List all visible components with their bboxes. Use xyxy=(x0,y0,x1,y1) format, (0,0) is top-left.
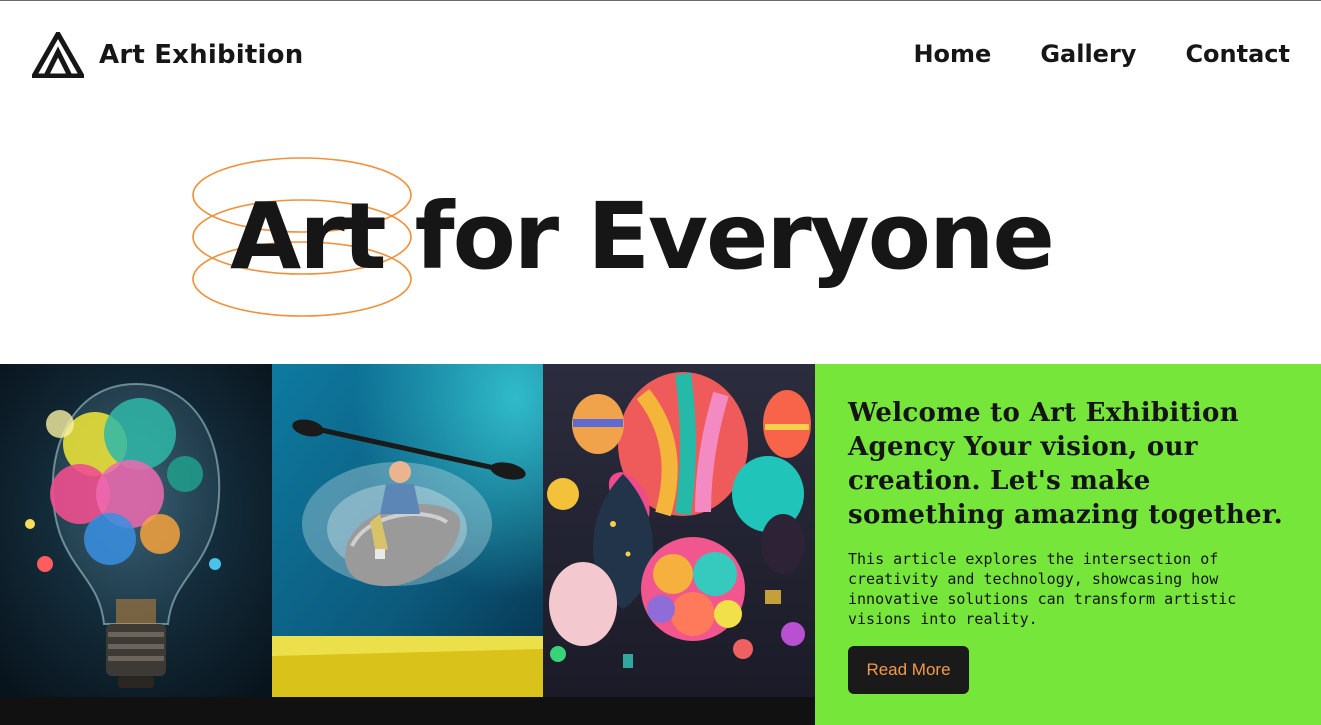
main-nav: Home Gallery Contact xyxy=(913,40,1290,68)
triangle-logo-icon xyxy=(32,32,84,78)
nav-home-link[interactable]: Home xyxy=(913,40,991,68)
nav-contact-link[interactable]: Contact xyxy=(1185,40,1290,68)
panel-description: This article explores the intersection o… xyxy=(848,550,1237,628)
hero-section: Art for Everyone xyxy=(0,112,1321,364)
brand-name: Art Exhibition xyxy=(99,40,304,70)
gallery-strip: Welcome to Art Exhibition Agency Your vi… xyxy=(0,364,1321,725)
gallery-base-bar xyxy=(0,697,815,725)
brand-logo[interactable]: Art Exhibition xyxy=(32,32,303,78)
gallery-image-kayaker[interactable] xyxy=(272,364,543,697)
nav-gallery-link[interactable]: Gallery xyxy=(1040,40,1136,68)
welcome-panel: Welcome to Art Exhibition Agency Your vi… xyxy=(815,364,1321,725)
hero-title: Art for Everyone xyxy=(230,183,1055,290)
read-more-button[interactable]: Read More xyxy=(848,646,969,694)
gallery-image-lightbulb[interactable] xyxy=(0,364,272,697)
panel-heading: Welcome to Art Exhibition Agency Your vi… xyxy=(848,398,1283,530)
gallery-image-balloons[interactable] xyxy=(543,364,815,697)
site-header: Art Exhibition Home Gallery Contact xyxy=(0,0,1321,112)
